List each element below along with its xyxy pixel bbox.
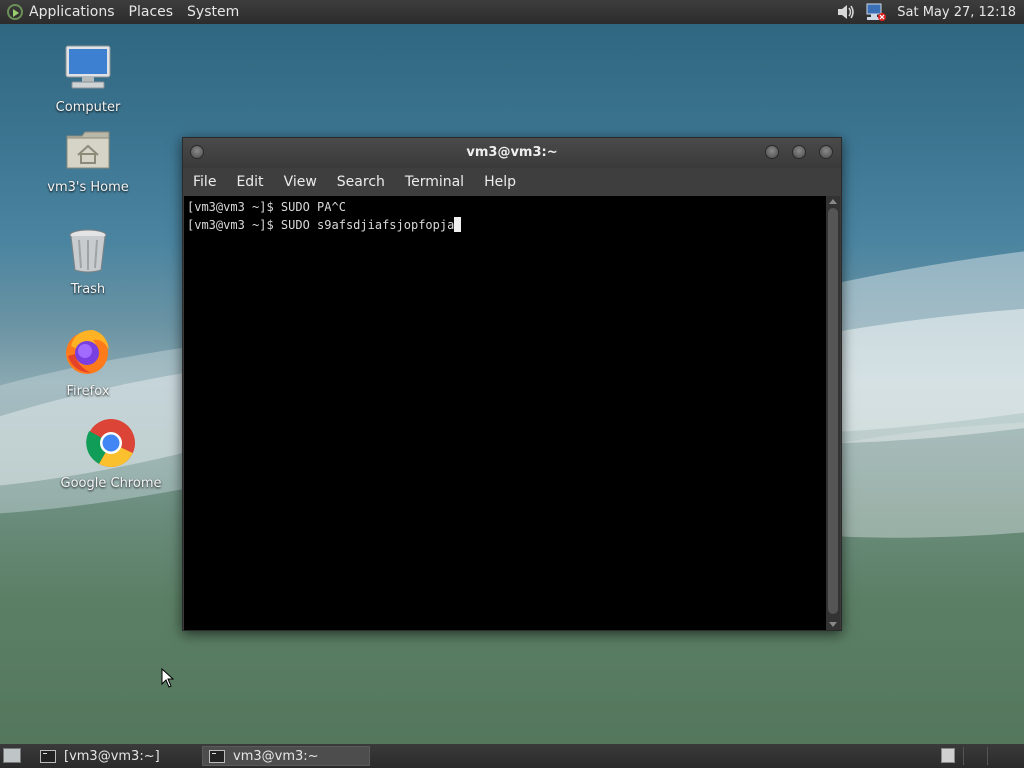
firefox-icon (66, 330, 109, 374)
network-icon[interactable] (865, 2, 887, 22)
applications-menu-label: Applications (29, 4, 115, 20)
home-folder-icon (66, 131, 110, 169)
bottom-panel: [vm3@vm3:~] vm3@vm3:~ (0, 744, 1024, 768)
desktop-icon-chrome[interactable]: Google Chrome (56, 418, 166, 491)
chrome-icon (86, 419, 135, 468)
taskbar-item-label: vm3@vm3:~ (233, 748, 319, 764)
volume-icon[interactable] (835, 2, 857, 22)
taskbar-item-label: [vm3@vm3:~] (64, 748, 160, 764)
terminal-line-text: [vm3@vm3 ~]$ SUDO s9afsdjiafsjopfopja (187, 218, 455, 232)
terminal-line: [vm3@vm3 ~]$ SUDO s9afsdjiafsjopfopja (187, 216, 824, 234)
scroll-up-arrow-icon[interactable] (829, 199, 837, 204)
close-button[interactable] (819, 145, 833, 159)
mouse-pointer-icon (161, 668, 175, 688)
menu-edit[interactable]: Edit (226, 174, 273, 190)
applications-menu[interactable]: Applications (0, 4, 122, 20)
workspace-switcher[interactable] (941, 748, 955, 763)
desktop-icon-firefox[interactable]: Firefox (48, 326, 128, 399)
workspace-divider (987, 747, 988, 765)
window-titlebar[interactable]: vm3@vm3:~ (183, 138, 841, 168)
applications-logo-icon (7, 4, 23, 20)
desktop-icon-home[interactable]: vm3's Home (40, 128, 136, 195)
trash-icon (69, 229, 107, 273)
window-title: vm3@vm3:~ (466, 145, 558, 160)
taskbar-item-active[interactable]: vm3@vm3:~ (202, 746, 370, 766)
taskbar-item[interactable]: [vm3@vm3:~] (34, 746, 198, 766)
desktop-icon-label: Google Chrome (60, 476, 162, 491)
desktop-icon-label: Trash (70, 282, 106, 297)
desktop-icon-computer[interactable]: Computer (48, 44, 128, 115)
terminal-menubar: File Edit View Search Terminal Help (183, 168, 841, 196)
terminal-screen[interactable]: [vm3@vm3 ~]$ SUDO PA^C [vm3@vm3 ~]$ SUDO… (184, 196, 827, 630)
terminal-icon (40, 749, 56, 763)
minimize-button[interactable] (765, 145, 779, 159)
desktop-icon-label: Computer (55, 100, 121, 115)
menu-file[interactable]: File (183, 174, 226, 190)
maximize-button[interactable] (792, 145, 806, 159)
menu-view[interactable]: View (274, 174, 327, 190)
places-menu[interactable]: Places (122, 4, 181, 20)
desktop-icon-trash[interactable]: Trash (48, 228, 128, 297)
scroll-thumb[interactable] (828, 208, 838, 614)
terminal-icon (209, 749, 225, 763)
workspace-divider (963, 747, 964, 765)
system-menu[interactable]: System (180, 4, 246, 20)
menu-search[interactable]: Search (327, 174, 395, 190)
clock[interactable]: Sat May 27, 12:18 (891, 5, 1024, 20)
menu-terminal[interactable]: Terminal (395, 174, 474, 190)
top-panel: Applications Places System Sat May 27, 1… (0, 0, 1024, 24)
terminal-scrollbar[interactable] (826, 196, 840, 630)
terminal-window[interactable]: vm3@vm3:~ File Edit View Search Terminal… (182, 137, 842, 631)
scroll-down-arrow-icon[interactable] (829, 622, 837, 627)
computer-icon (65, 45, 111, 89)
terminal-line: [vm3@vm3 ~]$ SUDO PA^C (187, 200, 346, 214)
text-cursor (454, 217, 462, 232)
menu-help[interactable]: Help (474, 174, 526, 190)
desktop-icon-label: vm3's Home (47, 180, 129, 195)
desktop-icon-label: Firefox (66, 384, 110, 399)
show-desktop-icon[interactable] (3, 748, 21, 763)
